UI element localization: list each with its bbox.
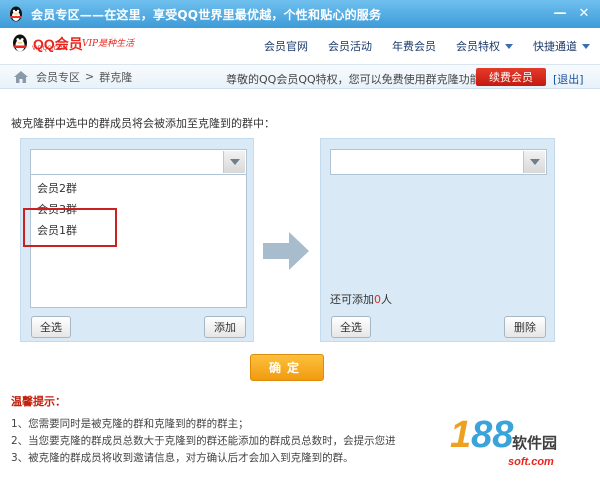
- home-icon[interactable]: [14, 70, 28, 83]
- highlight-annotation-box: [23, 208, 117, 247]
- delete-button[interactable]: 删除: [504, 316, 546, 338]
- tip-item: 3、被克隆的群成员将收到邀请信息，对方确认后才会加入到克隆到的群。: [11, 452, 354, 464]
- watermark: 188 软件园 soft.com: [420, 406, 600, 487]
- tip-item: 1、您需要同时是被克隆的群和克隆到的群的群主；: [11, 418, 249, 430]
- breadcrumb-current: 群克隆: [99, 70, 133, 84]
- remaining-capacity: 还可添加0人: [330, 291, 392, 307]
- breadcrumb-bar: 会员专区 > 群克隆 尊敬的QQ会员QQ特权，您可以免费使用群克隆功能。 续费会…: [0, 65, 600, 89]
- chevron-down-icon: [505, 43, 513, 49]
- instruction-text: 被克隆群中选中的群成员将会被添加至克隆到的群中：: [11, 117, 275, 130]
- logo-penguin-icon: [13, 34, 27, 52]
- nav-official-site[interactable]: 会员官网: [264, 38, 308, 54]
- target-group-panel: 还可添加0人 全选 删除: [320, 138, 555, 342]
- chevron-down-icon: [582, 43, 590, 49]
- watermark-digits: 88: [471, 414, 514, 456]
- dropdown-arrow-icon[interactable]: [523, 151, 545, 173]
- remaining-prefix: 还可添加: [330, 293, 374, 306]
- title-bar: 会员专区——在这里，享受QQ世界里最优越，个性和贴心的服务 — ✕: [0, 0, 600, 28]
- list-item[interactable]: 会员2群: [37, 180, 77, 196]
- logout-link[interactable]: [退出]: [553, 71, 584, 87]
- nav-activities[interactable]: 会员活动: [328, 38, 372, 54]
- dropdown-arrow-icon[interactable]: [223, 151, 245, 173]
- remaining-suffix: 人: [381, 293, 392, 306]
- header: QQ会员 VIP.QQ.COM VIP是种生活 会员官网 会员活动 年费会员 会…: [0, 28, 600, 65]
- breadcrumb-root[interactable]: 会员专区: [36, 69, 80, 85]
- watermark-name: 软件园: [512, 434, 558, 452]
- select-all-button[interactable]: 全选: [331, 316, 371, 338]
- tip-item: 2、当您要克隆的群成员总数大于克隆到的群还能添加的群成员总数时，会提示您进: [11, 435, 396, 447]
- remaining-count: 0: [374, 293, 381, 306]
- logo-slogan: VIP是种生活: [82, 39, 135, 49]
- watermark-digit: 1: [450, 414, 472, 456]
- minimize-button[interactable]: —: [549, 3, 571, 23]
- tips-title: 温馨提示：: [11, 395, 66, 408]
- nav-label: 年费会员: [392, 40, 436, 53]
- watermark-url: soft.com: [508, 456, 554, 468]
- nav-privileges[interactable]: 会员特权: [456, 38, 513, 54]
- nav-label: 会员活动: [328, 40, 372, 53]
- qq-penguin-icon: [7, 5, 25, 23]
- nav-annual-member[interactable]: 年费会员: [392, 38, 436, 54]
- target-member-area: [330, 175, 547, 308]
- close-button[interactable]: ✕: [573, 3, 595, 23]
- nav-label: 会员特权: [456, 40, 500, 53]
- arrow-right-icon: [263, 232, 309, 270]
- confirm-button[interactable]: 确定: [250, 354, 324, 381]
- nav-label: 快捷通道: [533, 40, 577, 53]
- target-group-select[interactable]: [330, 149, 547, 175]
- add-button[interactable]: 添加: [204, 316, 246, 338]
- renew-membership-button[interactable]: 续费会员: [476, 68, 546, 86]
- logo-subtext: VIP.QQ.COM: [32, 46, 68, 52]
- window-title: 会员专区——在这里，享受QQ世界里最优越，个性和贴心的服务: [31, 7, 382, 22]
- nav-shortcuts[interactable]: 快捷通道: [533, 38, 590, 54]
- watermark-number: 188: [450, 414, 513, 457]
- privilege-notice: 尊敬的QQ会员QQ特权，您可以免费使用群克隆功能。: [226, 73, 492, 86]
- source-group-select[interactable]: [30, 149, 247, 175]
- select-all-button[interactable]: 全选: [31, 316, 71, 338]
- breadcrumb-separator: >: [85, 70, 95, 83]
- nav-label: 会员官网: [264, 40, 308, 53]
- top-nav: 会员官网 会员活动 年费会员 会员特权 快捷通道: [244, 38, 590, 54]
